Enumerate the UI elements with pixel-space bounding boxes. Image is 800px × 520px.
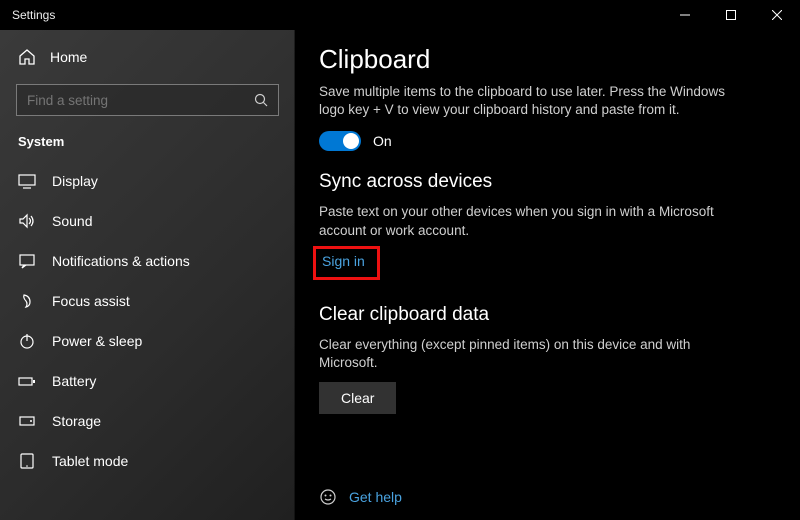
sync-heading: Sync across devices [319,171,776,193]
titlebar: Settings [0,0,800,30]
toggle-knob [343,133,359,149]
tablet-icon [18,452,36,470]
sidebar-item-sound[interactable]: Sound [0,201,295,241]
clear-description: Clear everything (except pinned items) o… [319,336,739,372]
window-controls [662,0,800,30]
sidebar-category: System [0,128,295,161]
sidebar-item-tablet-mode[interactable]: Tablet mode [0,441,295,481]
sidebar-home-label: Home [50,49,87,65]
window-title: Settings [0,8,55,22]
minimize-button[interactable] [662,0,708,30]
maximize-icon [726,10,736,20]
content-pane: Clipboard Save multiple items to the cli… [295,30,800,520]
sidebar-item-label: Notifications & actions [52,253,190,269]
clipboard-history-toggle[interactable] [319,131,361,151]
sidebar-item-label: Focus assist [52,293,130,309]
search-input[interactable] [27,93,227,108]
toggle-state-label: On [373,133,392,149]
sidebar-item-notifications[interactable]: Notifications & actions [0,241,295,281]
maximize-button[interactable] [708,0,754,30]
sidebar-item-label: Display [52,173,98,189]
sidebar-item-battery[interactable]: Battery [0,361,295,401]
storage-icon [18,412,36,430]
close-icon [772,10,782,20]
sidebar-item-power-sleep[interactable]: Power & sleep [0,321,295,361]
sidebar-item-storage[interactable]: Storage [0,401,295,441]
display-icon [18,172,36,190]
get-help-link[interactable]: Get help [349,489,402,505]
sidebar: Home System Display Sound [0,30,295,520]
notifications-icon [18,252,36,270]
sync-description: Paste text on your other devices when yo… [319,203,739,239]
home-icon [18,48,36,66]
sidebar-item-label: Battery [52,373,96,389]
clipboard-history-toggle-row: On [319,131,776,151]
sidebar-nav: Display Sound Notifications & actions Fo… [0,161,295,481]
sidebar-item-focus-assist[interactable]: Focus assist [0,281,295,321]
clear-heading: Clear clipboard data [319,304,776,326]
focus-assist-icon [18,292,36,310]
sign-in-link[interactable]: Sign in [322,253,365,269]
battery-icon [18,372,36,390]
power-icon [18,332,36,350]
search-icon [254,93,268,107]
search-box[interactable] [16,84,279,116]
help-icon [319,488,337,506]
clipboard-history-description: Save multiple items to the clipboard to … [319,83,739,119]
window-body: Home System Display Sound [0,30,800,520]
minimize-icon [680,10,690,20]
sidebar-item-display[interactable]: Display [0,161,295,201]
get-help-row[interactable]: Get help [319,488,402,506]
sidebar-item-label: Sound [52,213,92,229]
sidebar-item-label: Storage [52,413,101,429]
search-container [16,84,279,116]
sidebar-item-label: Power & sleep [52,333,142,349]
settings-window: Settings Home [0,0,800,520]
close-button[interactable] [754,0,800,30]
page-title: Clipboard [319,44,776,75]
sound-icon [18,212,36,230]
sidebar-item-label: Tablet mode [52,453,128,469]
sidebar-home[interactable]: Home [0,38,295,76]
sign-in-highlight: Sign in [313,246,380,280]
clear-button[interactable]: Clear [319,382,396,414]
